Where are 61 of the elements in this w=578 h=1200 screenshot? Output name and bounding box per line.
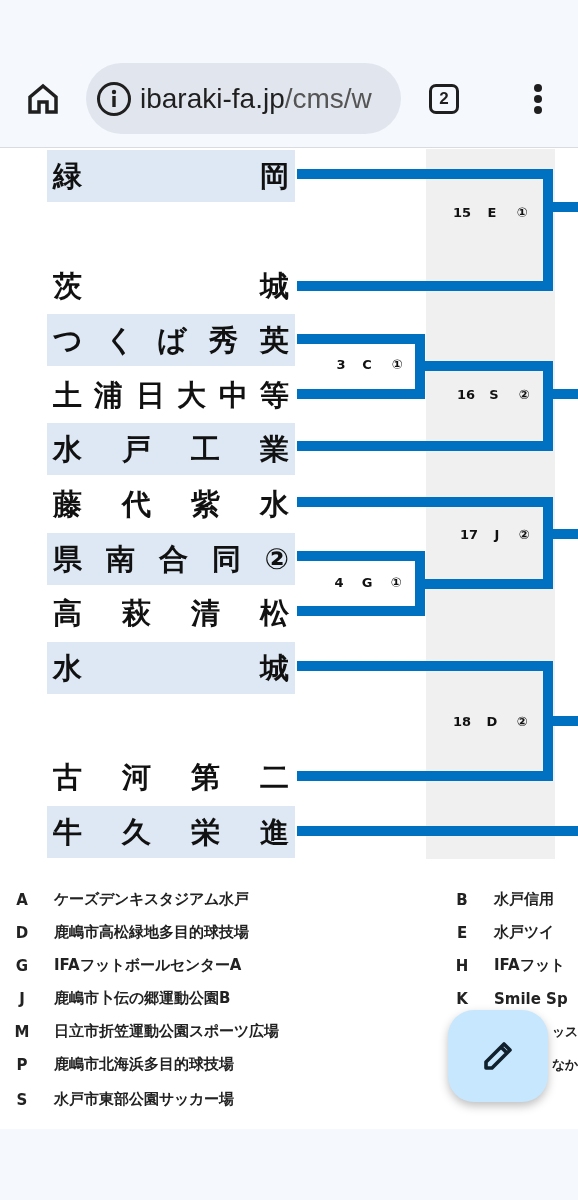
team-name: 県南合同② (47, 532, 295, 585)
venue-code: J (494, 527, 500, 542)
venue-code: A (15, 890, 29, 909)
team-name: 古河第二 (52, 759, 290, 797)
match-number: 18 (452, 714, 472, 729)
team-name: 水城 (47, 641, 295, 694)
venue-name: なか (551, 1055, 578, 1074)
venue-name: IFAフットボールセンターA (54, 956, 243, 975)
venue-name: 鹿嶋市卜伝の郷運動公園B (54, 989, 232, 1008)
venue-code: E (455, 923, 469, 942)
team-name: 牛久栄進 (47, 805, 295, 858)
venue-name: ケーズデンキスタジアム水戸 (54, 890, 250, 909)
pencil-icon (481, 1039, 515, 1073)
match-number: 4 (334, 575, 344, 590)
venue-name: Smile Sp (494, 989, 569, 1008)
edit-button[interactable] (448, 1010, 548, 1102)
venue-code: J (17, 989, 26, 1008)
match-number: 15 (452, 205, 472, 220)
venue-name: IFAフット (494, 956, 566, 975)
venue-name: 鹿嶋市北海浜多目的球技場 (54, 1055, 235, 1074)
team-name: 藤代紫水 (52, 486, 290, 523)
round-mark: ② (518, 527, 530, 542)
round-mark: ① (516, 205, 528, 220)
venue-name: 水戸ツイ (494, 923, 555, 942)
team-name: 水戸工業 (47, 423, 295, 476)
team-name: 緑岡 (47, 150, 295, 203)
venue-name: 水戸信用 (494, 890, 555, 909)
venue-name: ッス (551, 1022, 578, 1041)
tab-count[interactable]: 2 (429, 83, 459, 114)
venue-code: S (15, 1090, 29, 1109)
venue-code: S (489, 387, 499, 402)
venue-name: 日立市折笠運動公園スポーツ広場 (54, 1022, 280, 1041)
address-bar[interactable]: ibaraki-fa.jp/cms/w (86, 63, 401, 134)
venue-code: G (361, 575, 373, 590)
match-number: 16 (456, 387, 476, 402)
venue-code: K (455, 989, 469, 1008)
venue-code: D (14, 923, 30, 942)
venue-code: M (13, 1022, 31, 1041)
venue-code: D (486, 714, 498, 729)
venue-code: B (455, 890, 469, 909)
round-mark: ① (391, 357, 403, 372)
team-name: つくば秀英 (47, 314, 295, 367)
match-number: 17 (459, 527, 479, 542)
url-text: ibaraki-fa.jp/cms/w (140, 82, 372, 115)
venue-code: C (362, 357, 372, 372)
menu-icon[interactable] (533, 82, 543, 115)
round-mark: ① (390, 575, 402, 590)
info-icon[interactable] (96, 80, 132, 117)
team-name: 高萩清松 (52, 595, 290, 633)
venue-code: H (454, 956, 470, 975)
round-mark: ② (516, 714, 528, 729)
home-icon[interactable] (27, 82, 59, 115)
venue-name: 鹿嶋市高松緑地多目的球技場 (54, 923, 250, 942)
team-name: 茨城 (52, 267, 290, 305)
venue-code: E (487, 205, 497, 220)
venue-code: G (14, 956, 30, 975)
team-name: 土浦日大中等 (52, 376, 290, 414)
venue-name: 水戸市東部公園サッカー場 (54, 1090, 235, 1109)
round-mark: ② (518, 387, 530, 402)
match-number: 3 (336, 357, 346, 372)
venue-code: P (15, 1055, 29, 1074)
